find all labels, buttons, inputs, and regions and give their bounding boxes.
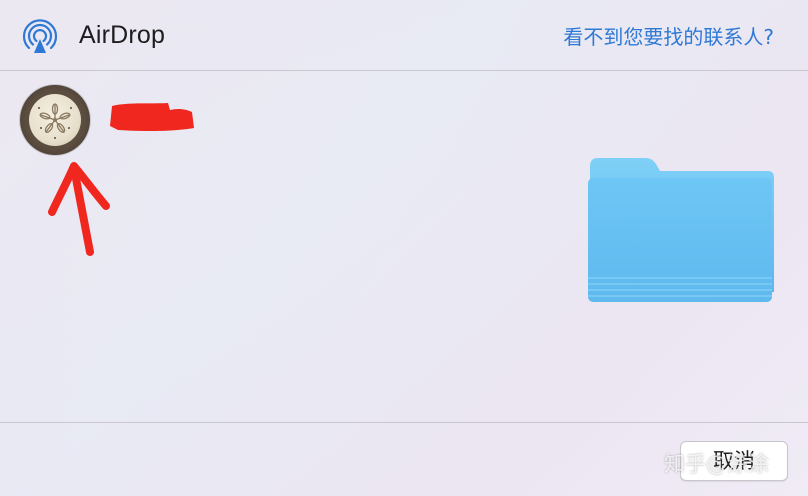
contact-avatar [20,85,90,155]
sand-dollar-avatar-icon [29,94,81,146]
page-title: AirDrop [79,21,166,49]
header-divider [0,70,808,71]
airdrop-sheet: AirDrop 看不到您要找的联系人? 取消 知乎@涂涂 [0,0,808,496]
redacted-contact-name [110,103,194,132]
footer-divider [0,422,808,423]
missing-contact-help-link[interactable]: 看不到您要找的联系人? [563,21,774,50]
cancel-button[interactable]: 取消 [680,441,788,481]
folder-icon [588,158,774,302]
contact-item[interactable] [20,85,92,157]
annotation-arrow [48,162,110,256]
header: AirDrop 看不到您要找的联系人? [0,0,808,70]
airdrop-icon [22,19,58,53]
